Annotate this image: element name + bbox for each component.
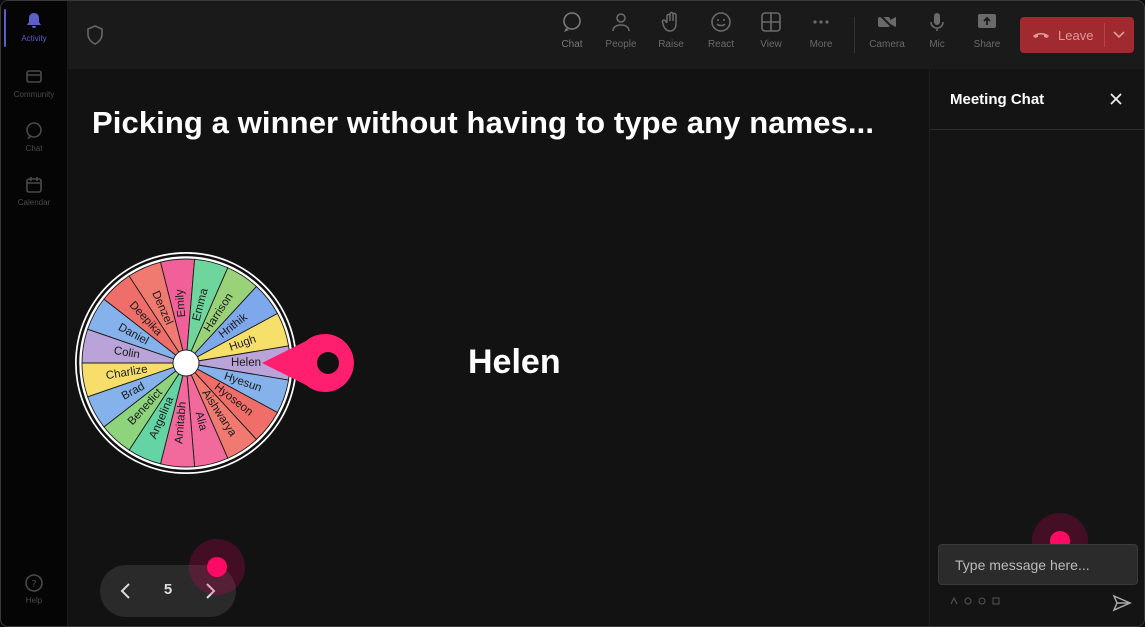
bell-icon	[27, 13, 41, 28]
chevron-left-icon[interactable]	[114, 579, 138, 603]
camera-button-label: Camera	[869, 39, 905, 50]
mic-icon	[930, 13, 944, 31]
winner-name: Helen	[468, 343, 561, 381]
leave-button-label: Leave	[1058, 27, 1094, 43]
left-rail: Activity Community Chat Calendar ? Help	[1, 1, 68, 626]
rail-item-label: Chat	[25, 144, 43, 153]
share-screen-icon	[978, 14, 996, 28]
shared-content-stage: Picking a winner without having to type …	[68, 69, 929, 626]
raise-hand-icon	[661, 11, 677, 32]
rail-item-chat[interactable]: Chat	[1, 121, 67, 173]
meeting-toolbar: Chat People Raise React View More Camera	[68, 1, 1144, 69]
chat-title: Meeting Chat	[950, 91, 1045, 108]
rail-item-activity[interactable]: Activity	[1, 11, 67, 63]
people-button-label: People	[605, 39, 637, 50]
camera-button[interactable]: Camera	[861, 11, 913, 61]
cursor-highlight	[189, 539, 245, 595]
gif-icon[interactable]	[992, 597, 1000, 605]
share-button[interactable]: Share	[961, 11, 1013, 61]
wheel-name: Emily	[174, 288, 188, 317]
chat-icon	[26, 122, 42, 139]
emoji-icon[interactable]	[978, 597, 986, 605]
send-icon[interactable]	[1112, 593, 1132, 613]
share-button-label: Share	[973, 39, 1001, 50]
pointer-hole	[317, 352, 339, 374]
help-icon: ?	[25, 574, 43, 592]
shield-icon	[87, 25, 103, 45]
close-icon[interactable]	[1108, 91, 1124, 107]
rail-item-help[interactable]: ? Help	[1, 573, 67, 625]
format-icon[interactable]	[950, 597, 958, 605]
react-button-label: React	[707, 39, 735, 50]
message-input[interactable]	[938, 544, 1138, 585]
camera-off-icon	[878, 13, 896, 31]
raise-hand-button[interactable]: Raise	[645, 11, 697, 61]
mic-button-label: Mic	[929, 39, 945, 50]
rail-item-label: Calendar	[17, 198, 51, 207]
svg-text:?: ?	[31, 579, 36, 590]
slide-title: Picking a winner without having to type …	[92, 105, 875, 140]
community-icon	[26, 70, 42, 83]
cursor-dot	[207, 557, 227, 577]
chat-button-label: Chat	[561, 39, 583, 50]
view-button[interactable]: View	[745, 11, 797, 61]
grid-view-icon	[761, 12, 781, 32]
wheel-hub	[172, 349, 200, 377]
smiley-icon	[711, 12, 731, 32]
more-icon	[813, 20, 829, 24]
chat-icon	[563, 12, 581, 32]
leave-separator	[1104, 23, 1105, 47]
people-icon	[612, 13, 630, 32]
raise-button-label: Raise	[658, 39, 684, 50]
wheel-name: Helen	[231, 357, 261, 369]
rail-item-label: Help	[25, 596, 43, 605]
chevron-down-icon[interactable]	[1112, 27, 1126, 41]
app-window: Activity Community Chat Calendar ? Help …	[0, 0, 1145, 627]
rail-item-label: Activity	[21, 34, 47, 43]
rail-item-label: Community	[13, 90, 55, 99]
mic-button[interactable]: Mic	[911, 11, 963, 61]
more-button[interactable]: More	[795, 11, 847, 61]
view-button-label: View	[760, 39, 782, 50]
format-toolbar	[950, 597, 1000, 605]
name-wheel[interactable]: Emily EmmaHarrisonHrithikHughHelenHyesunH…	[68, 247, 368, 479]
more-button-label: More	[809, 39, 833, 50]
rail-item-calendar[interactable]: Calendar	[1, 175, 67, 227]
chat-header: Meeting Chat	[930, 69, 1144, 130]
hang-up-icon	[1033, 33, 1049, 38]
chat-button[interactable]: Chat	[546, 11, 598, 61]
people-button[interactable]: People	[595, 11, 647, 61]
attach-icon[interactable]	[964, 597, 972, 605]
react-button[interactable]: React	[695, 11, 747, 61]
calendar-icon	[26, 177, 42, 193]
rail-item-community[interactable]: Community	[1, 67, 67, 119]
leave-button[interactable]: Leave	[1020, 17, 1134, 53]
page-number: 5	[163, 581, 173, 598]
meeting-chat-panel: Meeting Chat	[929, 69, 1144, 626]
toolbar-divider	[854, 17, 855, 53]
